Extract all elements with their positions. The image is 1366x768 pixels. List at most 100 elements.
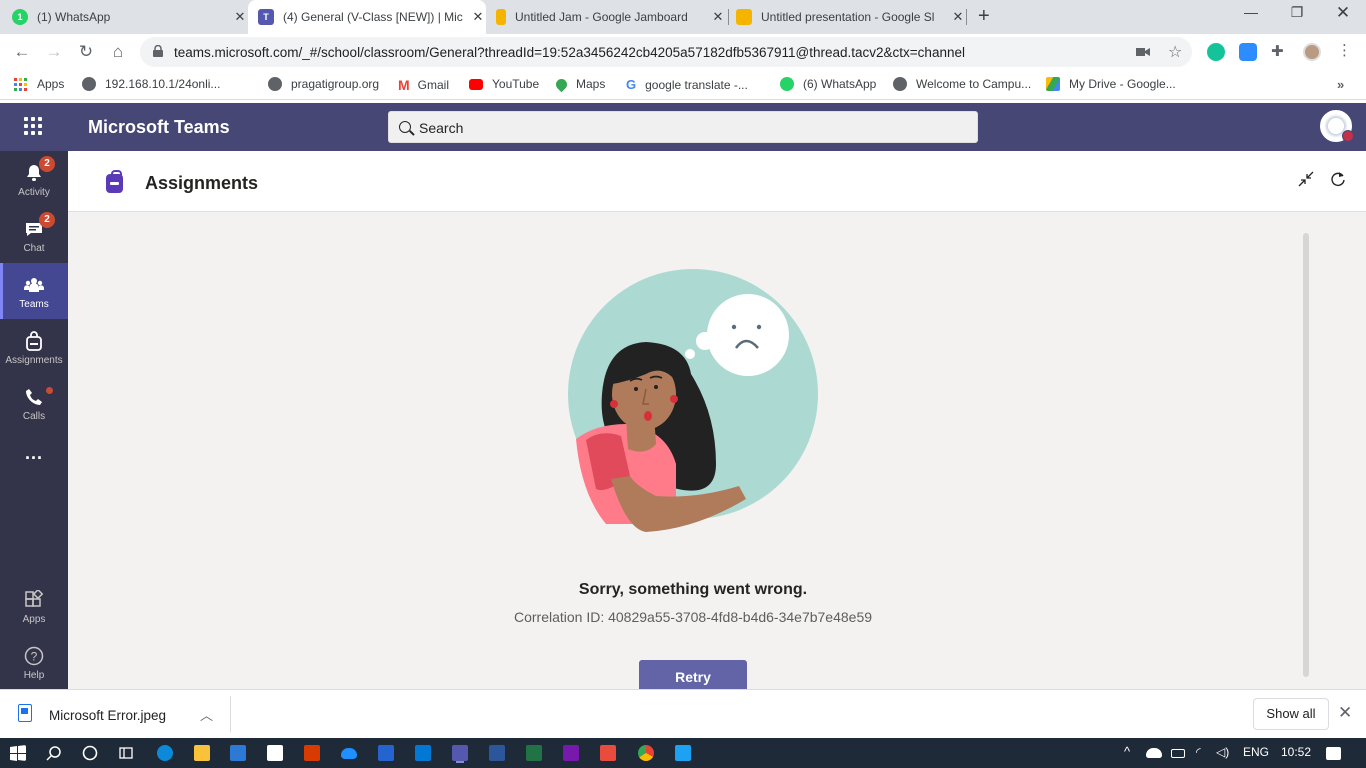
rail-item-help[interactable]: ? Help: [0, 634, 68, 690]
extensions-puzzle-icon[interactable]: ✚: [1271, 42, 1289, 60]
close-tab-icon[interactable]: ✕: [950, 9, 966, 25]
more-dots-icon: ...: [24, 443, 43, 463]
minimize-button[interactable]: —: [1228, 4, 1274, 20]
bookmark-pragati[interactable]: pragatigroup.org: [268, 77, 379, 91]
search-icon[interactable]: [46, 745, 62, 761]
search-placeholder: Search: [419, 120, 464, 136]
chevron-up-icon[interactable]: ︿: [200, 705, 213, 724]
globe-icon: [268, 77, 282, 91]
retry-button[interactable]: Retry: [639, 660, 747, 689]
bookmark-star-icon[interactable]: ☆: [1168, 42, 1182, 62]
youtube-icon: [469, 78, 483, 90]
edge-icon[interactable]: [157, 745, 173, 761]
user-avatar[interactable]: [1320, 110, 1354, 142]
excel-icon[interactable]: [526, 745, 542, 761]
bookmark-youtube[interactable]: YouTube: [469, 77, 539, 91]
address-bar[interactable]: teams.microsoft.com/_#/school/classroom/…: [140, 37, 1192, 67]
bookmark-gmail[interactable]: M Gmail: [398, 77, 449, 93]
rail-item-calls[interactable]: Calls: [0, 375, 68, 431]
notifications-icon[interactable]: [1326, 747, 1341, 760]
browser-toolbar: ← → ↻ ⌂ teams.microsoft.com/_#/school/cl…: [0, 34, 1366, 70]
volume-icon[interactable]: ◁): [1216, 745, 1229, 759]
chevron-up-icon[interactable]: ^: [1124, 744, 1130, 759]
app-title: Microsoft Teams: [88, 117, 230, 137]
pane-header: Assignments: [68, 151, 1366, 212]
onenote-icon[interactable]: [563, 745, 579, 761]
tab-teams[interactable]: T (4) General (V-Class [NEW]) | Mic ✕: [248, 0, 486, 34]
word-icon[interactable]: [489, 745, 505, 761]
menu-kebab-icon[interactable]: ⋮: [1337, 41, 1355, 59]
svg-text:?: ?: [31, 650, 38, 664]
drive-icon: [1046, 77, 1060, 91]
bookmark-maps[interactable]: Maps: [553, 76, 605, 92]
rail-item-activity[interactable]: 2 Activity: [0, 151, 68, 207]
more-bookmarks-icon[interactable]: »: [1337, 77, 1344, 92]
app-launcher-waffle-icon[interactable]: [24, 117, 44, 137]
bookmark-translate[interactable]: Ggoogle translate -...: [626, 77, 748, 92]
refresh-icon[interactable]: [1328, 171, 1348, 191]
cortana-icon[interactable]: [82, 745, 98, 761]
teams-taskbar-icon[interactable]: [452, 745, 468, 761]
bookmarks-bar: Apps 192.168.10.1/24onli... pragatigroup…: [0, 70, 1366, 100]
outlook-icon[interactable]: [415, 745, 431, 761]
new-tab-button[interactable]: +: [978, 5, 990, 28]
collapse-icon[interactable]: [1296, 171, 1316, 191]
tab-divider: [728, 9, 729, 25]
onedrive-icon[interactable]: [341, 748, 357, 759]
close-download-bar-icon[interactable]: ✕: [1338, 703, 1352, 723]
download-item[interactable]: Microsoft Error.jpeg: [49, 708, 166, 723]
clock[interactable]: 10:52: [1281, 745, 1311, 759]
teams-header: Microsoft Teams Search: [0, 103, 1366, 151]
home-button[interactable]: ⌂: [107, 42, 129, 62]
rail-item-teams[interactable]: Teams: [0, 263, 68, 319]
search-input[interactable]: Search: [388, 111, 978, 143]
restore-button[interactable]: ❐: [1274, 4, 1320, 21]
cloud-icon[interactable]: [1146, 748, 1162, 758]
teams-people-icon: [24, 275, 44, 295]
close-window-button[interactable]: ✕: [1320, 3, 1366, 23]
tab-slides[interactable]: Untitled presentation - Google Sl ✕: [736, 0, 966, 34]
language-indicator[interactable]: ENG: [1243, 745, 1269, 759]
bookmark-apps[interactable]: Apps: [14, 77, 64, 91]
wifi-icon[interactable]: ◜: [1196, 745, 1201, 759]
windows-start-icon[interactable]: [10, 745, 26, 761]
file-explorer-icon[interactable]: [194, 745, 210, 761]
windows-taskbar: ^ ◜ ◁) ENG 10:52: [0, 738, 1366, 768]
whatsapp-icon: 1: [12, 9, 28, 25]
task-view-icon[interactable]: [118, 745, 134, 761]
rail-item-apps[interactable]: Apps: [0, 578, 68, 634]
mail-icon[interactable]: [267, 745, 283, 761]
grammarly-icon[interactable]: [1207, 43, 1225, 61]
twitter-icon[interactable]: [675, 745, 691, 761]
globe-icon: [893, 77, 907, 91]
close-tab-icon[interactable]: ✕: [710, 9, 726, 25]
tab-whatsapp[interactable]: 1 (1) WhatsApp ✕: [12, 0, 248, 34]
forward-button[interactable]: →: [43, 42, 65, 62]
rail-more-button[interactable]: ...: [0, 431, 68, 471]
back-button[interactable]: ←: [11, 42, 33, 62]
close-tab-icon[interactable]: ✕: [232, 9, 248, 25]
rail-item-assignments[interactable]: Assignments: [0, 319, 68, 375]
anydesk-icon[interactable]: [600, 745, 616, 761]
close-tab-icon[interactable]: ✕: [470, 9, 486, 25]
url-text: teams.microsoft.com/_#/school/classroom/…: [174, 45, 965, 60]
bookmark-ip[interactable]: 192.168.10.1/24onli...: [82, 77, 220, 91]
store-icon[interactable]: [230, 745, 246, 761]
reload-button[interactable]: ↻: [75, 42, 97, 62]
camera-blocked-icon[interactable]: [1136, 47, 1150, 57]
show-all-button[interactable]: Show all: [1253, 698, 1329, 730]
battery-icon[interactable]: [1171, 749, 1185, 758]
office-icon[interactable]: [304, 745, 320, 761]
tab-jamboard[interactable]: Untitled Jam - Google Jamboard ✕: [496, 0, 726, 34]
globe-icon: [82, 77, 96, 91]
calls-notification-dot: [46, 387, 53, 394]
scrollbar[interactable]: [1303, 233, 1309, 677]
bookmark-whatsapp[interactable]: (6) WhatsApp: [780, 77, 876, 91]
rail-item-chat[interactable]: 2 Chat: [0, 207, 68, 263]
bookmark-drive[interactable]: My Drive - Google...: [1046, 77, 1176, 91]
bookmark-campus[interactable]: Welcome to Campu...: [893, 77, 1031, 91]
profile-avatar-icon[interactable]: [1303, 43, 1321, 61]
todo-icon[interactable]: [378, 745, 394, 761]
chrome-icon[interactable]: [638, 745, 654, 761]
zoom-icon[interactable]: [1239, 43, 1257, 61]
